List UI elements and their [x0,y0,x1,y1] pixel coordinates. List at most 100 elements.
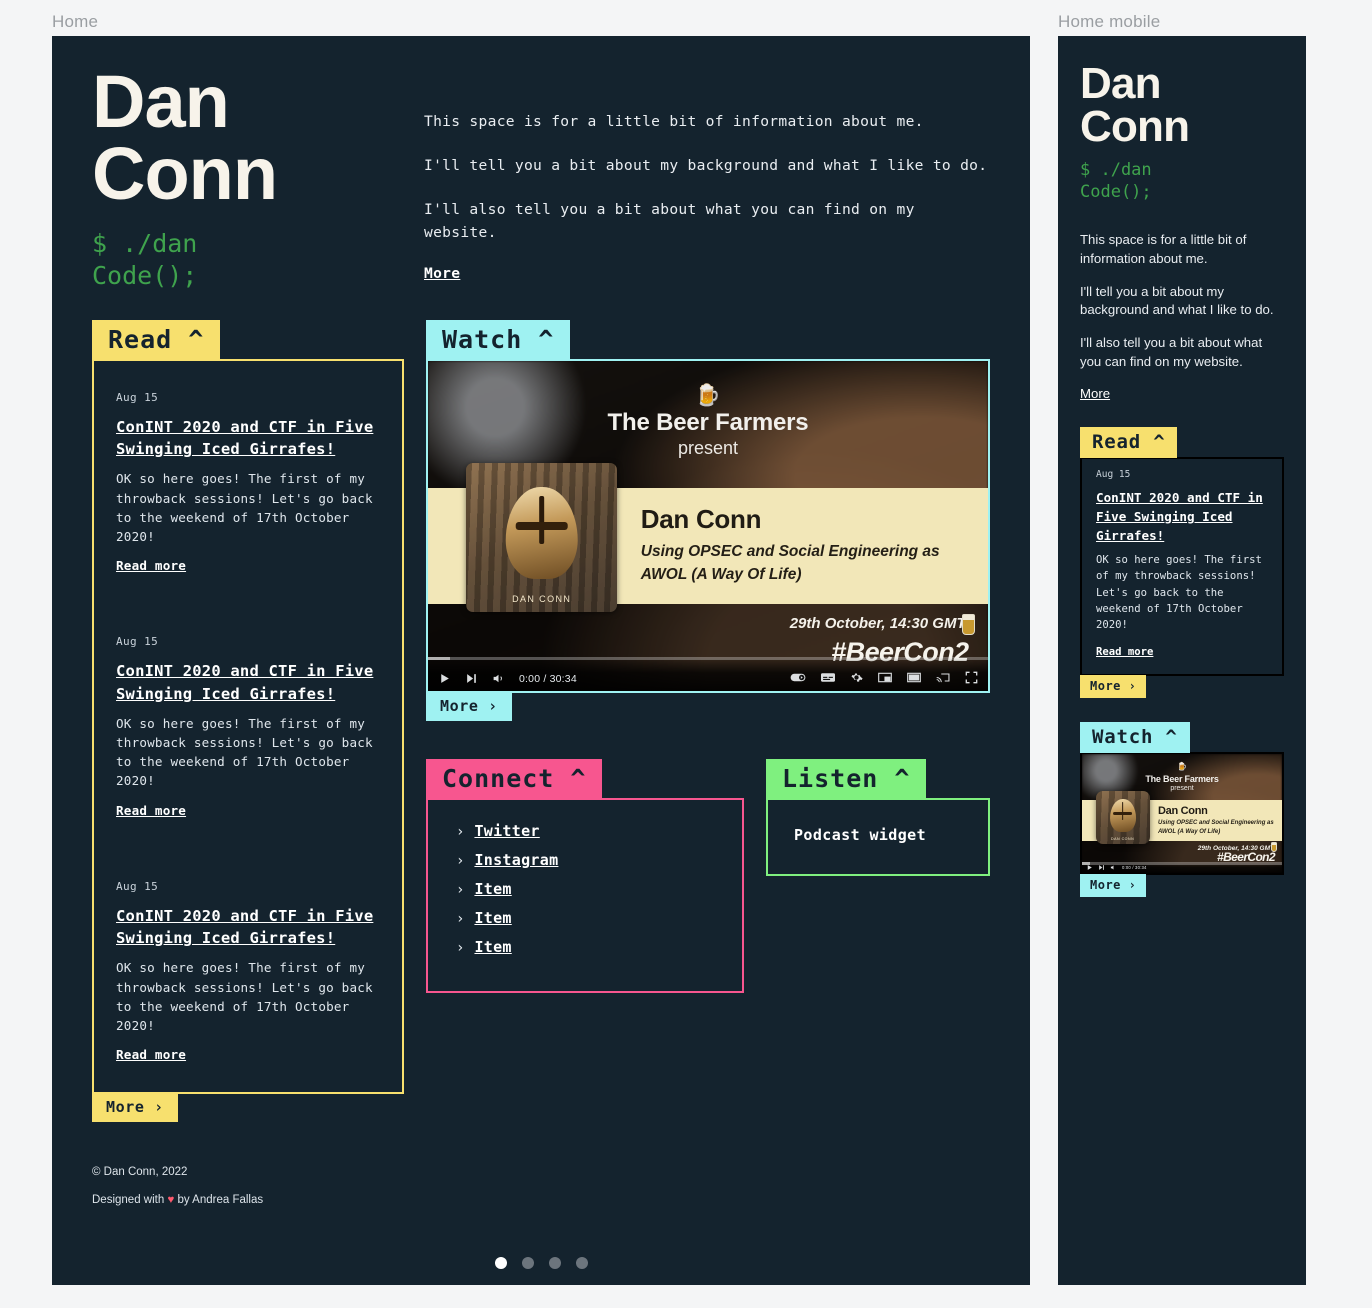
article-read-more-link[interactable]: Read more [116,1047,186,1062]
list-item[interactable]: › Instagram [456,851,722,869]
mobile-intro-paragraph-2: I'll tell you a bit about my background … [1080,283,1274,318]
video-talk-title: Using OPSEC and Social Engineering as AW… [640,543,940,583]
mobile-intro: This space is for a little bit of inform… [1080,231,1284,403]
pagination-dot-4[interactable] [575,1257,588,1269]
autoplay-toggle-icon[interactable] [790,672,806,683]
article-date: Aug 15 [116,390,159,404]
mobile-read-section: Read ^ Aug 15 ConINT 2020 and CTF in Fiv… [1080,427,1284,698]
cast-icon[interactable] [936,672,950,683]
mobile-watch-section-tab[interactable]: Watch ^ [1080,721,1190,753]
next-track-icon[interactable] [1098,864,1105,871]
mask-illustration-icon [505,486,578,580]
mobile-watch-more-button[interactable]: More › [1080,873,1147,897]
volume-icon[interactable] [1110,864,1117,871]
next-track-icon[interactable] [465,672,478,685]
connect-link-twitter[interactable]: Twitter [474,822,539,840]
mobile-article-date: Aug 15 [1096,469,1131,481]
video-control-bar: 0:00 / 30:34 [428,657,988,692]
connect-link-item-5[interactable]: Item [474,938,511,956]
intro-paragraph-2: I'll tell you a bit about my background … [424,157,988,175]
video-time-display: 0:00 / 30:34 [519,672,577,685]
read-section-tab[interactable]: Read ^ [92,319,221,360]
mobile-video-speaker-name: Dan Conn [1158,805,1208,818]
fullscreen-icon[interactable] [965,671,978,684]
mobile-intro-more-link[interactable]: More [1080,386,1110,401]
watch-more-button[interactable]: More › [426,692,512,722]
read-section: Read ^ Aug 15 ConINT 2020 and CTF in Fiv… [92,319,404,1123]
article-read-more-link[interactable]: Read more [116,558,186,573]
article-card: Aug 15 ConINT 2020 and CTF in Five Swing… [116,619,380,830]
subtitles-icon[interactable] [821,672,835,683]
mobile-page-title-line2: Conn [1080,102,1190,152]
list-item[interactable]: › Item [456,909,722,927]
article-read-more-link[interactable]: Read more [116,803,186,818]
connect-section-tab[interactable]: Connect ^ [426,759,603,800]
mobile-video-control-bar: 0:00 / 30:34 [1082,861,1282,873]
mobile-article-excerpt: OK so here goes! The first of my throwba… [1096,554,1262,631]
mobile-read-more-button[interactable]: More › [1080,674,1147,698]
intro-paragraph-1: This space is for a little bit of inform… [424,113,924,130]
footer-copyright: © Dan Conn, 2022 [92,1166,188,1179]
mobile-watch-panel: 🍺 The Beer Farmers present Dan Conn Usin… [1080,751,1284,875]
connect-link-item-3[interactable]: Item [474,880,511,898]
video-progress-bar[interactable] [428,657,988,661]
video-title-band-text: Dan Conn Using OPSEC and Social Engineer… [641,504,966,586]
hero-identity: Dan Conn $ ./dan Code(); [92,65,402,292]
intro-more-link[interactable]: More [424,265,460,282]
chevron-right-icon: › [456,853,465,870]
chevron-right-icon: › [456,940,465,957]
listen-section-tab[interactable]: Listen ^ [766,759,927,800]
mobile-speaker-avatar: DAN CONN [1095,790,1150,845]
list-item[interactable]: › Item [456,938,722,956]
miniplayer-icon[interactable] [878,672,892,683]
mobile-article-read-more-link[interactable]: Read more [1096,646,1153,658]
volume-icon[interactable] [492,672,505,685]
article-excerpt: OK so here goes! The first of my throwba… [116,960,373,1033]
pagination-dot-3[interactable] [548,1257,561,1269]
article-excerpt: OK so here goes! The first of my throwba… [116,715,373,789]
screenshot-stage: Home Home mobile Dan Conn $ ./dan Code()… [0,0,1372,1308]
mobile-preview-frame: Dan Conn $ ./dan Code(); This space is f… [1058,36,1306,1285]
podcast-widget-placeholder[interactable]: Podcast widget [794,826,966,844]
hero-intro: This space is for a little bit of inform… [402,66,990,292]
watch-section: Watch ^ 🍺 The Beer Farmers present Dan C… [426,319,990,722]
mobile-page-title: Dan Conn [1080,61,1284,152]
play-icon[interactable] [438,672,451,685]
mobile-watch-section: Watch ^ 🍺 The Beer Farmers present Dan C… [1080,721,1284,897]
mobile-article-title-link[interactable]: ConINT 2020 and CTF in Five Swinging Ice… [1096,489,1268,545]
settings-gear-icon[interactable] [850,671,863,684]
connect-link-item-4[interactable]: Item [474,909,511,927]
connect-link-instagram[interactable]: Instagram [474,851,558,869]
article-title-link[interactable]: ConINT 2020 and CTF in Five Swinging Ice… [116,905,380,950]
connect-link-list: › Twitter › Instagram › Item › Item › It… [456,822,722,956]
content-grid: Read ^ Aug 15 ConINT 2020 and CTF in Fiv… [52,319,1030,1123]
mobile-video-player[interactable]: 🍺 The Beer Farmers present Dan Conn Usin… [1082,753,1282,873]
watch-section-tab[interactable]: Watch ^ [426,319,571,360]
watch-panel: 🍺 The Beer Farmers present Dan Conn Usin… [426,358,990,694]
mobile-video-brand-name: The Beer Farmers [1145,773,1219,784]
video-player[interactable]: 🍺 The Beer Farmers present Dan Conn Usin… [428,360,988,692]
pagination-dot-2[interactable] [521,1257,534,1269]
video-brand-name: The Beer Farmers [607,409,809,437]
article-card: Aug 15 ConINT 2020 and CTF in Five Swing… [116,375,380,586]
terminal-command: $ ./dan Code(); [92,228,198,290]
speaker-avatar: DAN CONN [466,463,618,612]
connect-listen-row: Connect ^ › Twitter › Instagram › Item ›… [426,759,990,994]
mobile-video-title-band-text: Dan Conn Using OPSEC and Social Engineer… [1158,805,1274,836]
mobile-terminal-command: $ ./dan Code(); [1080,160,1152,202]
play-icon[interactable] [1086,864,1093,871]
chevron-right-icon: › [456,824,465,841]
mobile-video-controls-left: 0:00 / 30:34 [1086,864,1147,871]
video-event-date: 29th October, 14:30 GMT [789,615,966,633]
theater-mode-icon[interactable] [907,672,921,683]
read-more-button[interactable]: More › [92,1093,178,1123]
pagination-dot-1[interactable] [494,1257,507,1269]
list-item[interactable]: › Item [456,880,722,898]
listen-panel: Podcast widget [766,798,990,877]
article-title-link[interactable]: ConINT 2020 and CTF in Five Swinging Ice… [116,416,380,461]
mobile-read-section-tab[interactable]: Read ^ [1080,427,1178,459]
article-title-link[interactable]: ConINT 2020 and CTF in Five Swinging Ice… [116,660,380,705]
list-item[interactable]: › Twitter [456,822,722,840]
main-column: Watch ^ 🍺 The Beer Farmers present Dan C… [426,319,990,1123]
chevron-right-icon: › [456,911,465,928]
